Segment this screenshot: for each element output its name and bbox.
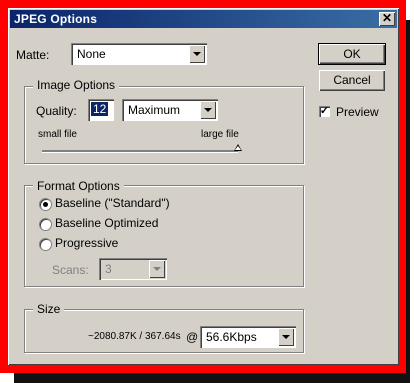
chevron-down-icon[interactable] [278,328,294,346]
at-symbol: @ [186,330,199,344]
format-options-legend: Format Options [33,179,124,193]
ok-button[interactable]: OK [318,43,386,65]
preview-label[interactable]: Preview [336,105,379,119]
cancel-button[interactable]: Cancel [319,70,385,91]
format-option-label[interactable]: Baseline Optimized [55,216,158,230]
chevron-down-icon[interactable] [189,45,205,63]
slider-min-label: small file [38,129,77,140]
quality-slider-thumb[interactable] [234,144,242,151]
title-bar[interactable]: JPEG Options ✕ [10,10,397,28]
jpeg-options-dialog: JPEG Options ✕ Matte: None Image Options… [8,8,399,365]
download-speed-value: 56.6Kbps [206,330,257,344]
quality-input[interactable]: 12 [88,99,114,121]
quality-preset-select[interactable]: Maximum [122,99,218,121]
radio-baseline-standard[interactable] [39,198,52,211]
slider-max-label: large file [201,129,239,140]
format-option-label[interactable]: Baseline ("Standard") [55,196,170,210]
radio-progressive[interactable] [39,238,52,251]
chevron-down-icon[interactable] [149,260,165,278]
quality-label: Quality: [36,104,77,118]
quality-slider-track[interactable] [42,150,238,153]
radio-baseline-optimized[interactable] [39,218,52,231]
close-icon[interactable]: ✕ [379,12,395,26]
preview-checkbox[interactable]: ✓ [319,106,330,117]
matte-value: None [77,47,106,61]
scans-select[interactable]: 3 [99,258,167,280]
format-option-label[interactable]: Progressive [55,236,118,250]
quality-value: 12 [91,102,109,116]
chevron-down-icon[interactable] [200,101,216,119]
quality-preset-value: Maximum [128,103,181,117]
scans-value: 3 [105,262,112,276]
size-legend: Size [33,302,65,316]
matte-label: Matte: [16,48,50,62]
scans-label: Scans: [52,263,89,277]
dialog-title: JPEG Options [14,12,98,26]
download-speed-select[interactable]: 56.6Kbps [200,326,296,348]
highlight-frame: JPEG Options ✕ Matte: None Image Options… [0,0,406,373]
size-estimate: ~2080.87K / 367.64s [88,331,181,342]
checkmark-icon: ✓ [319,105,330,117]
image-options-legend: Image Options [33,78,120,92]
matte-select[interactable]: None [71,43,207,65]
